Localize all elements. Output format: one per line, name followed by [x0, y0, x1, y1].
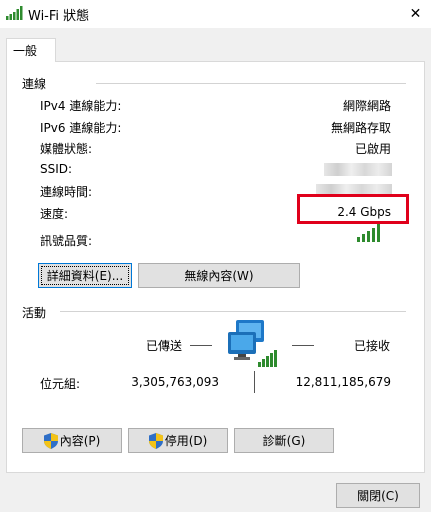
received-label: 已接收 [354, 339, 391, 353]
disable-label: 停用(D) [164, 434, 208, 448]
sent-label: 已傳送 [146, 339, 183, 353]
diagnose-label: 診斷(G) [262, 434, 306, 448]
shield-icon [148, 432, 163, 449]
duration-label: 連線時間: [40, 185, 93, 199]
ipv4-label: IPv4 連線能力: [40, 99, 122, 113]
signal-strength-icon [357, 224, 380, 242]
speed-label: 速度: [40, 207, 69, 221]
connection-heading: 連線 [22, 77, 47, 91]
wifi-signal-icon [6, 6, 23, 20]
ssid-value-redacted [324, 163, 392, 176]
ipv6-value: 無網路存取 [330, 121, 391, 135]
close-window-button[interactable]: ✕ [400, 0, 431, 28]
received-line [292, 345, 314, 346]
bytes-divider [254, 371, 255, 393]
activity-heading: 活動 [22, 306, 47, 320]
sent-line [190, 345, 212, 346]
signal-quality-label: 訊號品質: [40, 234, 93, 248]
shield-icon [43, 432, 58, 449]
disable-button[interactable]: 停用(D) [128, 428, 228, 453]
properties-button[interactable]: 內容(P) [22, 428, 122, 453]
ipv6-label: IPv6 連線能力: [40, 121, 122, 135]
bytes-sent-value: 3,305,763,093 [131, 375, 219, 389]
tab-general[interactable]: 一般 [6, 38, 56, 62]
connection-divider [96, 83, 406, 84]
window-title: Wi-Fi 狀態 [28, 9, 90, 24]
close-button[interactable]: 關閉(C) [336, 483, 420, 508]
properties-label: 內容(P) [59, 434, 101, 448]
ipv4-value: 網際網路 [342, 99, 391, 113]
speed-value: 2.4 Gbps [337, 205, 391, 219]
media-state-label: 媒體狀態: [40, 142, 93, 156]
media-state-value: 已啟用 [354, 142, 391, 156]
details-button-label: 詳細資料(E)... [46, 269, 124, 283]
bytes-label: 位元組: [40, 377, 81, 391]
network-computers-icon [228, 320, 277, 367]
activity-divider [60, 311, 406, 312]
close-icon: ✕ [409, 6, 422, 22]
ssid-label: SSID: [40, 162, 73, 176]
details-button[interactable]: 詳細資料(E)... [38, 263, 132, 288]
close-label: 關閉(C) [357, 489, 399, 503]
tab-general-label: 一般 [13, 44, 38, 58]
wireless-properties-button[interactable]: 無線內容(W) [138, 263, 300, 288]
diagnose-button[interactable]: 診斷(G) [234, 428, 334, 453]
bytes-received-value: 12,811,185,679 [295, 375, 391, 389]
wireless-properties-label: 無線內容(W) [184, 269, 254, 283]
